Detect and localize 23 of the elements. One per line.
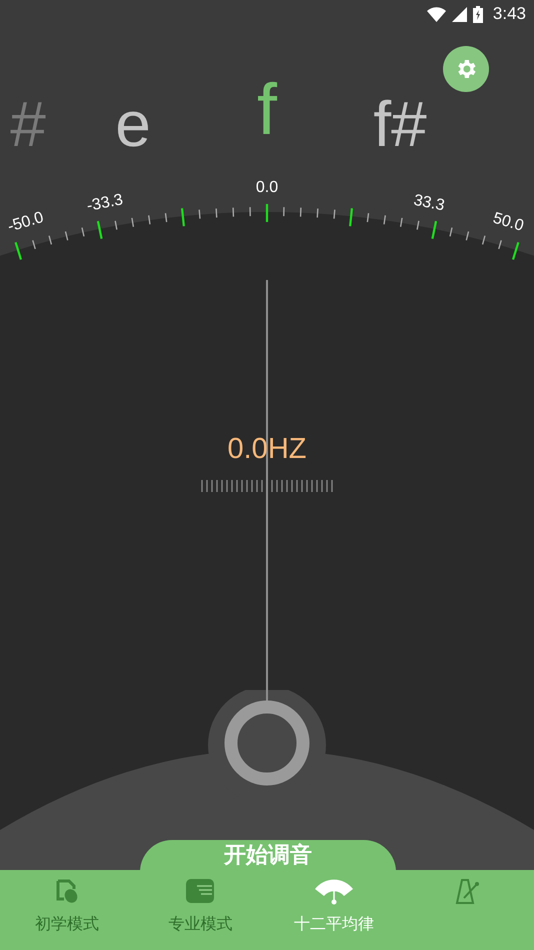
note-name[interactable]: f#	[373, 92, 427, 156]
tab[interactable]: 十二平均律	[267, 870, 400, 950]
card-icon	[185, 878, 216, 904]
scale-label: 0.0	[256, 179, 278, 196]
frequency-reading: 0.0HZ	[228, 435, 306, 464]
note-name[interactable]: e	[115, 92, 151, 156]
scale-label: 33.3	[412, 192, 446, 214]
gauge-icon	[312, 877, 355, 905]
start-tuning-button[interactable]: 开始调音	[140, 840, 396, 870]
scale-label: 50.0	[490, 210, 526, 235]
tab[interactable]: 初学模式	[0, 870, 134, 950]
wifi-icon	[426, 6, 446, 22]
scale-label: -33.3	[85, 191, 124, 215]
tab[interactable]: 专业模式	[134, 870, 267, 950]
settings-button[interactable]	[443, 46, 489, 92]
scale-label: -50.0	[6, 209, 46, 236]
note-name[interactable]: f	[256, 74, 277, 146]
battery-charging-icon	[472, 6, 483, 22]
signal-icon	[452, 6, 467, 22]
document-leaf-icon	[54, 878, 80, 904]
ring-icon	[224, 700, 310, 786]
clock-time: 3:43	[492, 3, 526, 26]
note-name[interactable]: #	[10, 92, 46, 156]
